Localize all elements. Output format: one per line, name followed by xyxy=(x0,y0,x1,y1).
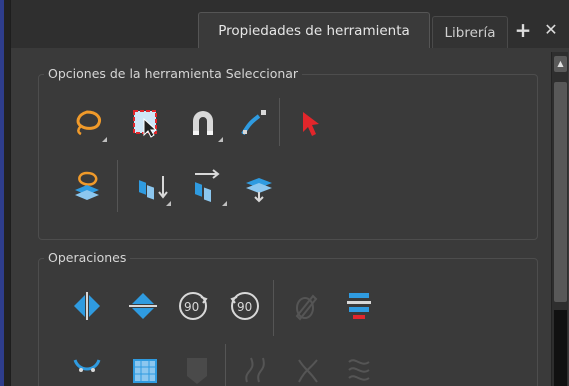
close-panel-button[interactable]: ✕ xyxy=(541,18,561,42)
lasso-select-icon[interactable] xyxy=(69,104,107,142)
grid-select-icon[interactable] xyxy=(127,352,163,386)
scrollbar-thumb[interactable] xyxy=(554,82,567,302)
smooth-curve-icon[interactable] xyxy=(69,352,105,386)
svg-text:90: 90 xyxy=(184,300,199,314)
scroll-up-button[interactable]: ▲ xyxy=(554,56,567,72)
separator xyxy=(279,98,280,146)
separator xyxy=(273,280,274,336)
distribute-horizontal-icon[interactable] xyxy=(189,168,227,206)
scrollbar-track-lower xyxy=(554,310,567,386)
rotate-90-ccw-icon[interactable]: 90 xyxy=(227,288,263,324)
bezier-curve-icon[interactable] xyxy=(237,104,273,140)
curve-disabled-icon xyxy=(237,352,273,386)
flip-vertical-icon[interactable] xyxy=(125,288,161,324)
panel-tab-bar: Propiedades de herramienta Librería + ✕ xyxy=(11,0,569,48)
lasso-layers-icon[interactable] xyxy=(69,168,105,204)
rotate-90-cw-icon[interactable]: 90 xyxy=(175,288,211,324)
tab-library[interactable]: Librería xyxy=(432,16,508,48)
wave-disabled-icon xyxy=(341,352,377,386)
distribute-vertical-icon[interactable] xyxy=(133,168,171,206)
edit-pen-disabled-icon xyxy=(287,288,323,324)
svg-text:90: 90 xyxy=(237,300,252,314)
flip-horizontal-icon[interactable] xyxy=(69,288,105,324)
select-options-group xyxy=(38,74,538,240)
submenu-corner xyxy=(102,137,107,142)
separator xyxy=(117,160,118,212)
red-cursor-icon[interactable] xyxy=(293,104,329,140)
magnet-snap-icon[interactable] xyxy=(185,104,223,142)
vertical-scrollbar[interactable]: ▲ xyxy=(551,52,568,386)
align-bottom-icon[interactable] xyxy=(341,288,377,324)
separator xyxy=(225,344,226,386)
operations-title: Operaciones xyxy=(44,250,131,266)
stack-layers-icon[interactable] xyxy=(241,168,277,204)
submenu-corner xyxy=(166,201,171,206)
select-options-title: Opciones de la herramienta Seleccionar xyxy=(44,66,303,82)
tool-properties-panel: Propiedades de herramienta Librería + ✕ … xyxy=(10,0,569,386)
submenu-corner xyxy=(218,137,223,142)
left-window-edge xyxy=(0,0,4,386)
add-tab-button[interactable]: + xyxy=(513,18,533,42)
submenu-corner xyxy=(222,201,227,206)
cross-disabled-icon xyxy=(289,352,325,386)
tab-tool-properties[interactable]: Propiedades de herramienta xyxy=(198,12,430,48)
stamp-disabled-icon xyxy=(179,352,215,386)
marquee-select-icon[interactable] xyxy=(127,104,163,140)
left-window-strip xyxy=(0,0,10,386)
